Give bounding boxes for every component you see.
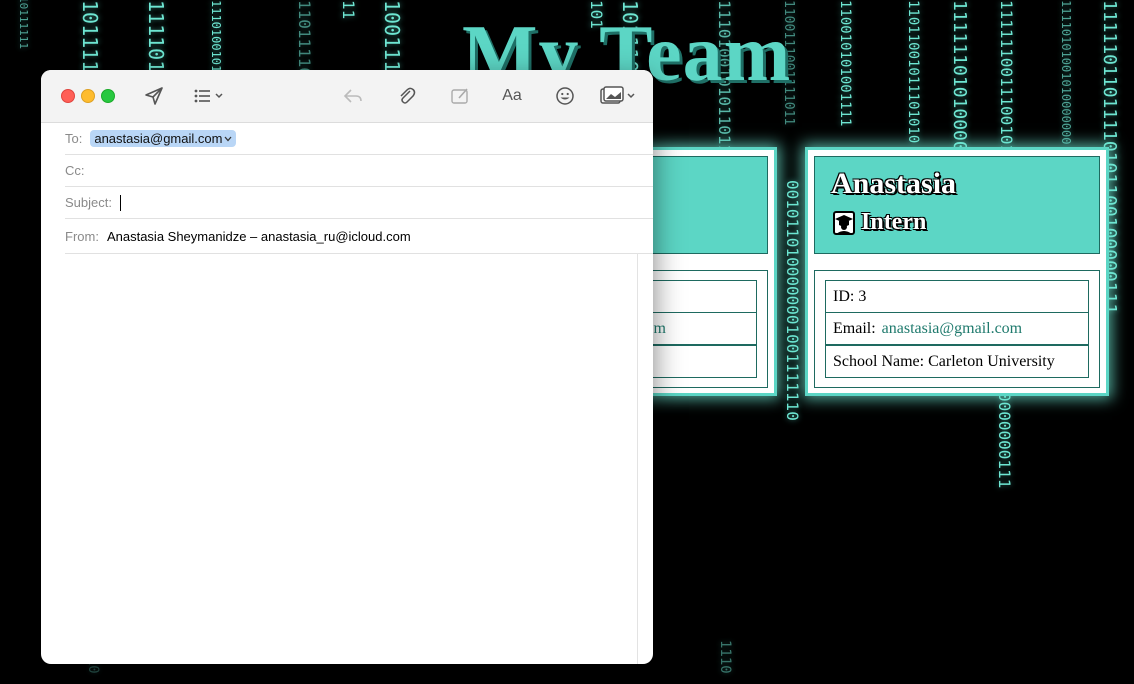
mail-compose-window: Aa To: anastasia@gmail.com Cc: Subject: … [41, 70, 653, 664]
info-row-school: School Name: Carleton University [825, 345, 1089, 378]
info-row-id: ID: 3 [825, 280, 1089, 313]
send-icon[interactable] [143, 84, 165, 108]
photo-browser-icon[interactable] [600, 84, 638, 108]
binary-column: 10111111 [17, 0, 30, 49]
binary-column: 11011001011101010 [905, 0, 921, 144]
binary-column: 0010110100000001001111110 [783, 180, 802, 421]
card-header: Anastasia Intern [814, 156, 1100, 254]
binary-column: 0000000111 [995, 392, 1014, 489]
binary-column: 110010101001111 [837, 0, 853, 127]
employee-name: Anastasia [831, 167, 957, 200]
scrollbar-track[interactable] [637, 253, 638, 664]
reply-icon[interactable] [342, 84, 364, 108]
attachment-icon[interactable] [396, 84, 418, 108]
chevron-down-icon [224, 136, 232, 141]
to-label: To: [65, 131, 83, 146]
binary-column: 11111100111001011 [997, 0, 1016, 164]
markup-icon[interactable] [449, 84, 471, 108]
to-field[interactable]: To: anastasia@gmail.com [65, 123, 653, 155]
graduate-icon [831, 210, 857, 236]
binary-column: 11110101001010000000 [1059, 0, 1073, 145]
message-body[interactable] [41, 254, 637, 664]
font-icon[interactable]: Aa [500, 84, 524, 108]
card-body: ID: 3 Email: anastasia@gmail.com School … [814, 270, 1100, 388]
email-link[interactable]: anastasia@gmail.com [882, 320, 1022, 337]
mail-toolbar: Aa [41, 70, 653, 123]
role-label: Intern [861, 209, 927, 235]
emoji-icon[interactable] [554, 84, 576, 108]
cc-label: Cc: [65, 163, 85, 178]
cc-field[interactable]: Cc: [65, 155, 653, 187]
email-label: Email: [833, 320, 876, 337]
minimize-button[interactable] [81, 89, 95, 103]
subject-field[interactable]: Subject: [65, 187, 653, 219]
from-label: From: [65, 229, 99, 244]
email-link[interactable]: m [654, 320, 666, 337]
binary-column: 11 [339, 0, 358, 20]
binary-column: 1110 [717, 640, 733, 674]
text-cursor [119, 194, 121, 211]
zoom-button[interactable] [101, 89, 115, 103]
info-row-email: Email: anastasia@gmail.com [825, 312, 1089, 345]
subject-label: Subject: [65, 195, 112, 210]
employee-role: Intern [831, 209, 926, 236]
format-list-icon[interactable] [193, 84, 227, 108]
close-button[interactable] [61, 89, 75, 103]
team-card-intern: Anastasia Intern ID: 3 Email: anastasia@… [805, 147, 1109, 396]
from-field[interactable]: From: Anastasia Sheymanidze – anastasia_… [65, 220, 653, 254]
from-value[interactable]: Anastasia Sheymanidze – anastasia_ru@icl… [107, 229, 411, 244]
recipient-token[interactable]: anastasia@gmail.com [90, 130, 237, 147]
recipient-address: anastasia@gmail.com [94, 131, 223, 146]
